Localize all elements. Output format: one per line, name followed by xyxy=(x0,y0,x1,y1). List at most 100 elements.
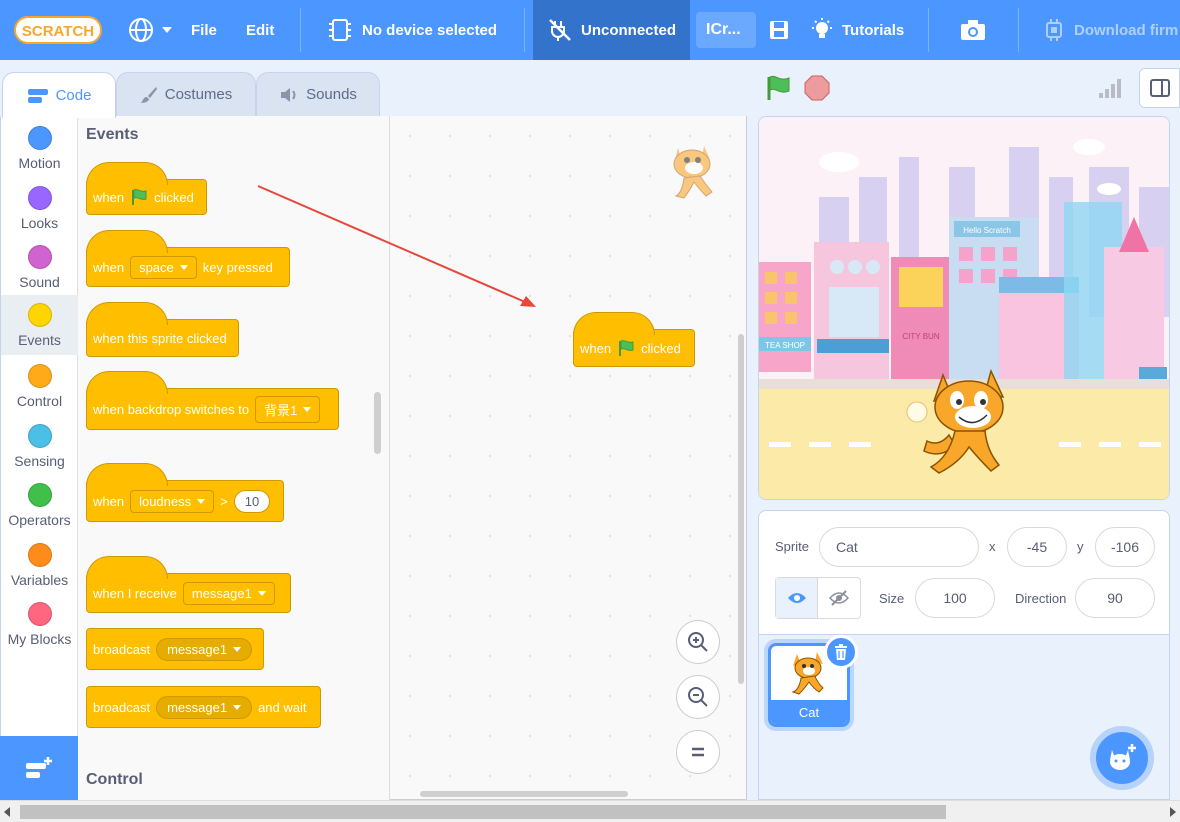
message-dropdown[interactable]: message1 xyxy=(156,695,253,719)
block-when-loudness[interactable]: when loudness > 10 xyxy=(86,463,284,522)
divider xyxy=(300,8,301,52)
y-value: -106 xyxy=(1110,539,1140,555)
scroll-left-arrow-icon[interactable] xyxy=(4,807,10,817)
cat-thumbnail xyxy=(791,652,824,695)
category-sound[interactable]: Sound xyxy=(1,237,78,297)
message-dropdown[interactable]: message1 xyxy=(156,637,253,661)
edit-menu[interactable]: Edit xyxy=(246,0,274,60)
x-label: x xyxy=(989,539,996,554)
x-value: -45 xyxy=(1026,539,1048,555)
workspace-horizontal-scrollbar[interactable] xyxy=(420,791,628,797)
category-label: Looks xyxy=(20,215,59,231)
block-broadcast[interactable]: broadcast message1 xyxy=(86,628,264,670)
direction-input[interactable]: 90 xyxy=(1075,578,1155,618)
project-title: ICr... xyxy=(706,21,741,38)
dropdown-caret-icon xyxy=(233,646,242,652)
key-dropdown[interactable]: space xyxy=(130,255,197,279)
threshold-input[interactable]: 10 xyxy=(233,489,271,513)
chevron-down-icon xyxy=(162,27,172,33)
zoom-in-button[interactable] xyxy=(676,620,720,664)
script-when-flag-clicked[interactable]: when clicked xyxy=(573,312,695,367)
category-sensing[interactable]: Sensing xyxy=(1,416,78,476)
save-button[interactable] xyxy=(768,0,790,60)
category-variables[interactable]: Variables xyxy=(1,535,78,595)
page-horizontal-scrollbar[interactable] xyxy=(0,800,1180,822)
sensor-dropdown[interactable]: loudness xyxy=(130,489,215,513)
screenshot-button[interactable] xyxy=(960,0,986,60)
y-input[interactable]: -106 xyxy=(1095,527,1155,567)
block-text: when this sprite clicked xyxy=(93,330,227,346)
palette-scrollbar[interactable] xyxy=(374,392,381,454)
category-looks[interactable]: Looks xyxy=(1,178,78,238)
tab-costumes-label: Costumes xyxy=(164,86,233,103)
category-events[interactable]: Events xyxy=(1,295,78,355)
delete-sprite-button[interactable] xyxy=(824,635,858,669)
block-broadcast-and-wait[interactable]: broadcast message1 and wait xyxy=(86,686,321,728)
language-menu[interactable] xyxy=(128,0,172,60)
category-operators[interactable]: Operators xyxy=(1,475,78,535)
file-menu[interactable]: File xyxy=(191,0,217,60)
sprite-info-panel: Sprite Cat x -45 y -106 Size 100 Directi… xyxy=(758,510,1170,635)
connection-label: Unconnected xyxy=(581,21,677,39)
category-label: Control xyxy=(16,393,63,409)
sprite-name-input[interactable]: Cat xyxy=(819,527,979,567)
tutorials-button[interactable]: Tutorials xyxy=(810,0,904,60)
backdrop-dropdown[interactable]: 背景1 xyxy=(255,395,321,423)
connection-button[interactable]: Unconnected xyxy=(533,0,690,60)
workspace-vertical-scrollbar[interactable] xyxy=(738,334,744,684)
download-firmware-button[interactable]: Download firm xyxy=(1042,0,1178,60)
tab-code[interactable]: Code xyxy=(2,72,116,118)
block-when-backdrop-switches[interactable]: when backdrop switches to 背景1 xyxy=(86,371,339,430)
stop-button[interactable] xyxy=(803,74,831,102)
dropdown-caret-icon xyxy=(233,704,242,710)
add-sprite-button[interactable] xyxy=(1090,726,1154,790)
green-flag-icon xyxy=(132,189,147,205)
block-when-key-pressed[interactable]: when space key pressed xyxy=(86,230,290,287)
y-label: y xyxy=(1077,539,1084,554)
tab-sounds[interactable]: Sounds xyxy=(256,72,380,116)
block-text: clicked xyxy=(154,189,194,205)
stage[interactable]: TEA SHOP CITY BUN Hello Scratch xyxy=(758,116,1170,500)
category-control[interactable]: Control xyxy=(1,356,78,416)
block-text: when backdrop switches to xyxy=(93,401,250,417)
device-selector[interactable]: No device selected xyxy=(326,0,497,60)
zoom-out-button[interactable] xyxy=(676,675,720,719)
project-title-field[interactable]: ICr... xyxy=(696,12,756,48)
size-input[interactable]: 100 xyxy=(915,578,995,618)
lightbulb-icon xyxy=(812,18,832,38)
scratch-editor: SCRATCH File Edit No device selected Unc… xyxy=(0,0,1180,822)
zoom-reset-button[interactable] xyxy=(676,730,720,774)
scratch-logo[interactable]: SCRATCH xyxy=(14,14,102,46)
show-sprite-button[interactable] xyxy=(776,578,819,618)
block-when-sprite-clicked[interactable]: when this sprite clicked xyxy=(86,302,239,357)
tab-costumes[interactable]: Costumes xyxy=(116,72,256,116)
zoom-in-icon xyxy=(688,632,708,652)
green-flag-icon xyxy=(619,340,634,356)
edit-label: Edit xyxy=(246,21,275,39)
dropdown-value: loudness xyxy=(139,493,192,509)
green-flag-button[interactable] xyxy=(764,74,792,102)
brush-icon xyxy=(140,86,157,103)
equals-icon xyxy=(692,747,704,757)
block-text: broadcast xyxy=(93,641,151,657)
size-value: 100 xyxy=(943,590,967,606)
save-icon xyxy=(770,21,788,39)
stage-layout-toggle[interactable] xyxy=(1139,68,1180,108)
message-dropdown[interactable]: message1 xyxy=(182,581,275,605)
scrollbar-thumb[interactable] xyxy=(20,805,946,819)
sprite-tile-name: Cat xyxy=(771,700,847,724)
hide-sprite-button[interactable] xyxy=(818,578,860,618)
block-when-flag-clicked[interactable]: when clicked xyxy=(86,162,207,215)
dropdown-value: message1 xyxy=(191,585,252,601)
block-when-i-receive[interactable]: when I receive message1 xyxy=(86,556,291,613)
category-motion[interactable]: Motion xyxy=(1,118,78,178)
category-color-dot xyxy=(27,245,52,269)
svg-text:CITY BUN: CITY BUN xyxy=(902,332,939,341)
category-my-blocks[interactable]: My Blocks xyxy=(1,594,78,654)
scroll-right-arrow-icon[interactable] xyxy=(1170,807,1176,817)
add-extension-button[interactable] xyxy=(0,736,78,800)
dropdown-value: message1 xyxy=(167,699,228,715)
block-text: when xyxy=(93,259,125,275)
x-input[interactable]: -45 xyxy=(1007,527,1067,567)
zoom-out-icon xyxy=(688,687,708,707)
